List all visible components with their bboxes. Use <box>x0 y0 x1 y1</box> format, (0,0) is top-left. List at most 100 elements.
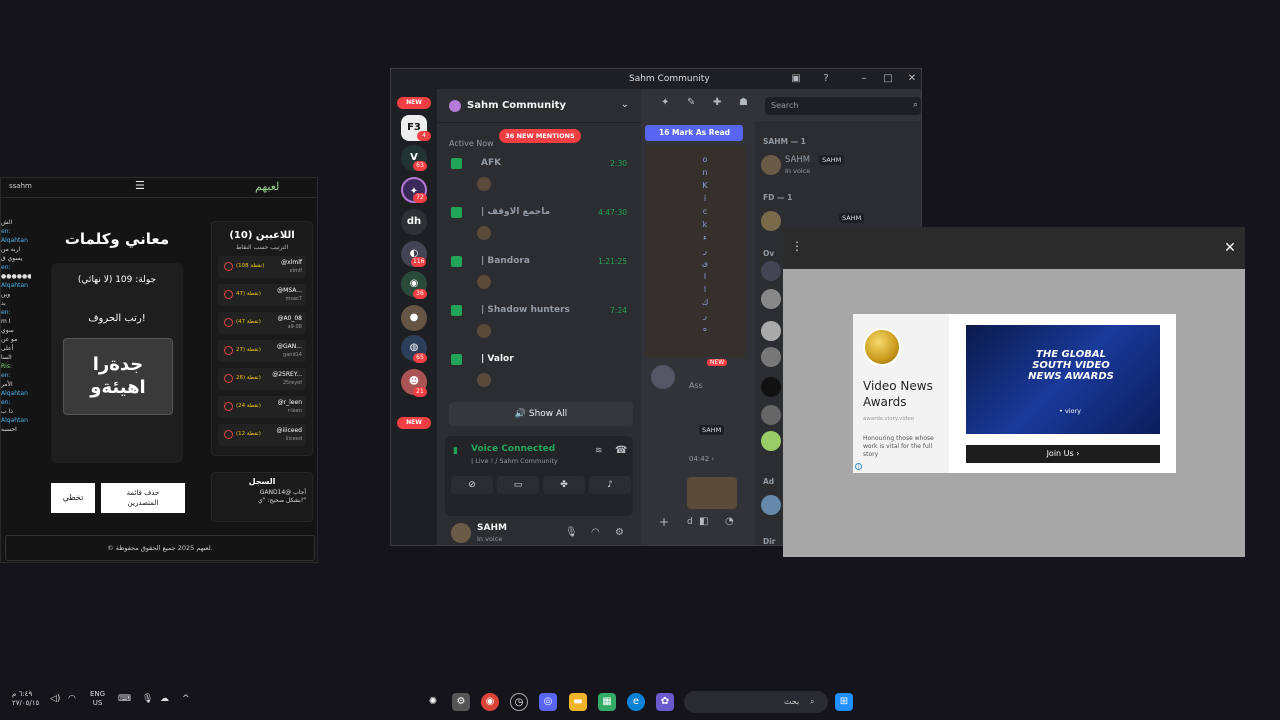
player-row[interactable]: (24 نقطة) @r_leen r-leen <box>218 396 306 418</box>
avatar[interactable] <box>477 226 491 240</box>
remove-player-icon[interactable] <box>224 290 233 299</box>
chevron-down-icon[interactable]: ⌄ <box>621 99 629 110</box>
headphones-icon[interactable]: ◠ <box>591 527 600 538</box>
windows-start-icon[interactable]: ⊞ <box>835 693 853 711</box>
avatar[interactable] <box>761 289 781 309</box>
remove-player-icon[interactable] <box>224 374 233 383</box>
keyboard-icon[interactable]: ⌨ <box>118 694 131 704</box>
inbox-icon[interactable]: ▣ <box>789 72 803 86</box>
discord-icon[interactable]: ◎ <box>539 693 557 711</box>
player-row[interactable]: (108 نقطة) @xlmlf xlmlf <box>218 256 306 278</box>
remove-player-icon[interactable] <box>224 430 233 439</box>
image-attachment[interactable] <box>687 477 737 509</box>
settings-icon[interactable]: ⚙ <box>452 693 470 711</box>
chevron-up-icon[interactable]: ^ <box>182 694 190 704</box>
mute-icon[interactable]: ✎ <box>687 97 695 108</box>
voice-channel[interactable]: | ماجمع الاوقف 4:47:30 <box>447 204 633 240</box>
server-icon-7[interactable]: ● <box>401 305 427 331</box>
close-icon[interactable]: ✕ <box>905 72 919 86</box>
avatar[interactable] <box>761 261 781 281</box>
minimize-icon[interactable]: – <box>857 72 871 86</box>
more-options-icon[interactable]: ⋮ <box>791 239 803 253</box>
microphone-icon[interactable]: 🎙 <box>565 527 578 538</box>
activities-button[interactable]: ✤ <box>543 476 585 494</box>
avatar[interactable] <box>477 275 491 289</box>
avatar[interactable] <box>761 321 781 341</box>
screenshare-button[interactable]: ▭ <box>497 476 539 494</box>
settings-icon[interactable]: ⚙ <box>615 527 624 538</box>
voice-channel-label[interactable]: | Live ! / Sahm Community <box>471 457 558 465</box>
clear-leaderboard-button[interactable]: حذف قائمة المتصدرين <box>101 483 185 513</box>
microphone-icon[interactable]: 🎙 <box>142 694 153 704</box>
search-icon[interactable]: ⌕ <box>913 100 918 110</box>
member-list-icon[interactable]: ☗ <box>739 97 748 108</box>
language-indicator[interactable]: ENG US <box>90 690 105 708</box>
skip-button[interactable]: تخطي <box>51 483 95 513</box>
disconnect-icon[interactable]: ☎ <box>615 445 627 456</box>
video-button[interactable]: ⊘ <box>451 476 493 494</box>
player-row[interactable]: 26) نقطة) @25REY... 25reyof <box>218 368 306 390</box>
info-icon[interactable]: i <box>855 463 862 470</box>
volume-icon[interactable]: ◁) <box>50 694 60 704</box>
server-icon-dh[interactable]: dh <box>401 209 427 235</box>
chrome-icon[interactable]: ◉ <box>481 693 499 711</box>
store-icon[interactable]: ▦ <box>598 693 616 711</box>
remove-player-icon[interactable] <box>224 346 233 355</box>
add-attachment-icon[interactable]: + <box>659 515 669 529</box>
edge-icon[interactable]: e <box>627 693 645 711</box>
clock-app-icon[interactable]: ◷ <box>510 693 528 711</box>
onedrive-icon[interactable]: ☁ <box>160 694 169 704</box>
avatar[interactable] <box>761 347 781 367</box>
new-pill-bottom[interactable]: NEW <box>397 417 431 429</box>
avatar[interactable] <box>761 405 781 425</box>
threads-icon[interactable]: ✦ <box>661 97 669 108</box>
help-icon[interactable]: ? <box>819 72 833 86</box>
avatar[interactable] <box>451 523 471 543</box>
gift-icon[interactable]: ◧ <box>699 516 708 527</box>
menu-icon[interactable]: ☰ <box>135 180 147 192</box>
avatar[interactable] <box>761 155 781 175</box>
player-row[interactable]: 47) نقطة) @MSA... msac7 <box>218 284 306 306</box>
remove-player-icon[interactable] <box>224 318 233 327</box>
new-pill-top[interactable]: NEW <box>397 97 431 109</box>
user-name[interactable]: SAHM <box>477 523 507 533</box>
message-avatar[interactable] <box>651 365 675 389</box>
clock[interactable]: ٦:٤٩ م ٢٧/٠٥/١٥ <box>12 690 39 708</box>
copilot-icon[interactable]: ✿ <box>656 693 674 711</box>
avatar[interactable] <box>761 431 781 451</box>
join-us-button[interactable]: Join Us › <box>966 445 1160 463</box>
file-explorer-icon[interactable]: ▬ <box>569 693 587 711</box>
show-all-button[interactable]: 🔊 Show All <box>449 402 633 426</box>
pin-icon[interactable]: ✚ <box>713 97 721 108</box>
player-row[interactable]: 27) نقطة) @GAN... gand14 <box>218 340 306 362</box>
member-name[interactable]: SAHM <box>785 155 810 165</box>
new-mentions-pill[interactable]: 36 NEW MENTIONS <box>499 129 581 143</box>
app-icon-1[interactable]: ✺ <box>424 693 442 711</box>
voice-channel[interactable]: | Bandora 1:21:25 <box>447 253 633 289</box>
maximize-icon[interactable]: □ <box>881 72 895 86</box>
avatar[interactable] <box>477 324 491 338</box>
voice-channel[interactable]: | Shadow hunters 7:24 <box>447 302 633 338</box>
sticker-icon[interactable]: ◔ <box>725 516 734 527</box>
close-icon[interactable]: ✕ <box>1221 239 1239 257</box>
taskbar-search[interactable]: بحث ⌕ <box>684 691 828 713</box>
ad-title[interactable]: Video News Awards <box>863 378 947 410</box>
remove-player-icon[interactable] <box>224 262 233 271</box>
player-row[interactable]: (12 نقطة) @iiiceed iiiceed <box>218 424 306 446</box>
player-row[interactable]: (47 نقطة) @A0_08 a9-08 <box>218 312 306 334</box>
ad-card[interactable]: Video News Awards awards.viory.video Hon… <box>853 314 1176 473</box>
voice-connected-label[interactable]: Voice Connected <box>471 444 555 454</box>
avatar[interactable] <box>761 495 781 515</box>
search-input[interactable]: Search <box>765 97 921 115</box>
avatar[interactable] <box>477 177 491 191</box>
avatar[interactable] <box>761 377 781 397</box>
game-logo[interactable]: لعبهم <box>255 180 279 193</box>
voice-channel[interactable]: AFK 2:30 <box>447 155 633 191</box>
server-header[interactable]: Sahm Community ⌄ <box>437 89 641 123</box>
remove-player-icon[interactable] <box>224 402 233 411</box>
avatar[interactable] <box>477 373 491 387</box>
wifi-icon[interactable]: ◠ <box>68 694 76 704</box>
avatar[interactable] <box>761 211 781 231</box>
ad-banner[interactable]: THE GLOBAL SOUTH VIDEO NEWS AWARDS • vio… <box>966 325 1160 434</box>
soundboard-button[interactable]: ♪ <box>589 476 631 494</box>
